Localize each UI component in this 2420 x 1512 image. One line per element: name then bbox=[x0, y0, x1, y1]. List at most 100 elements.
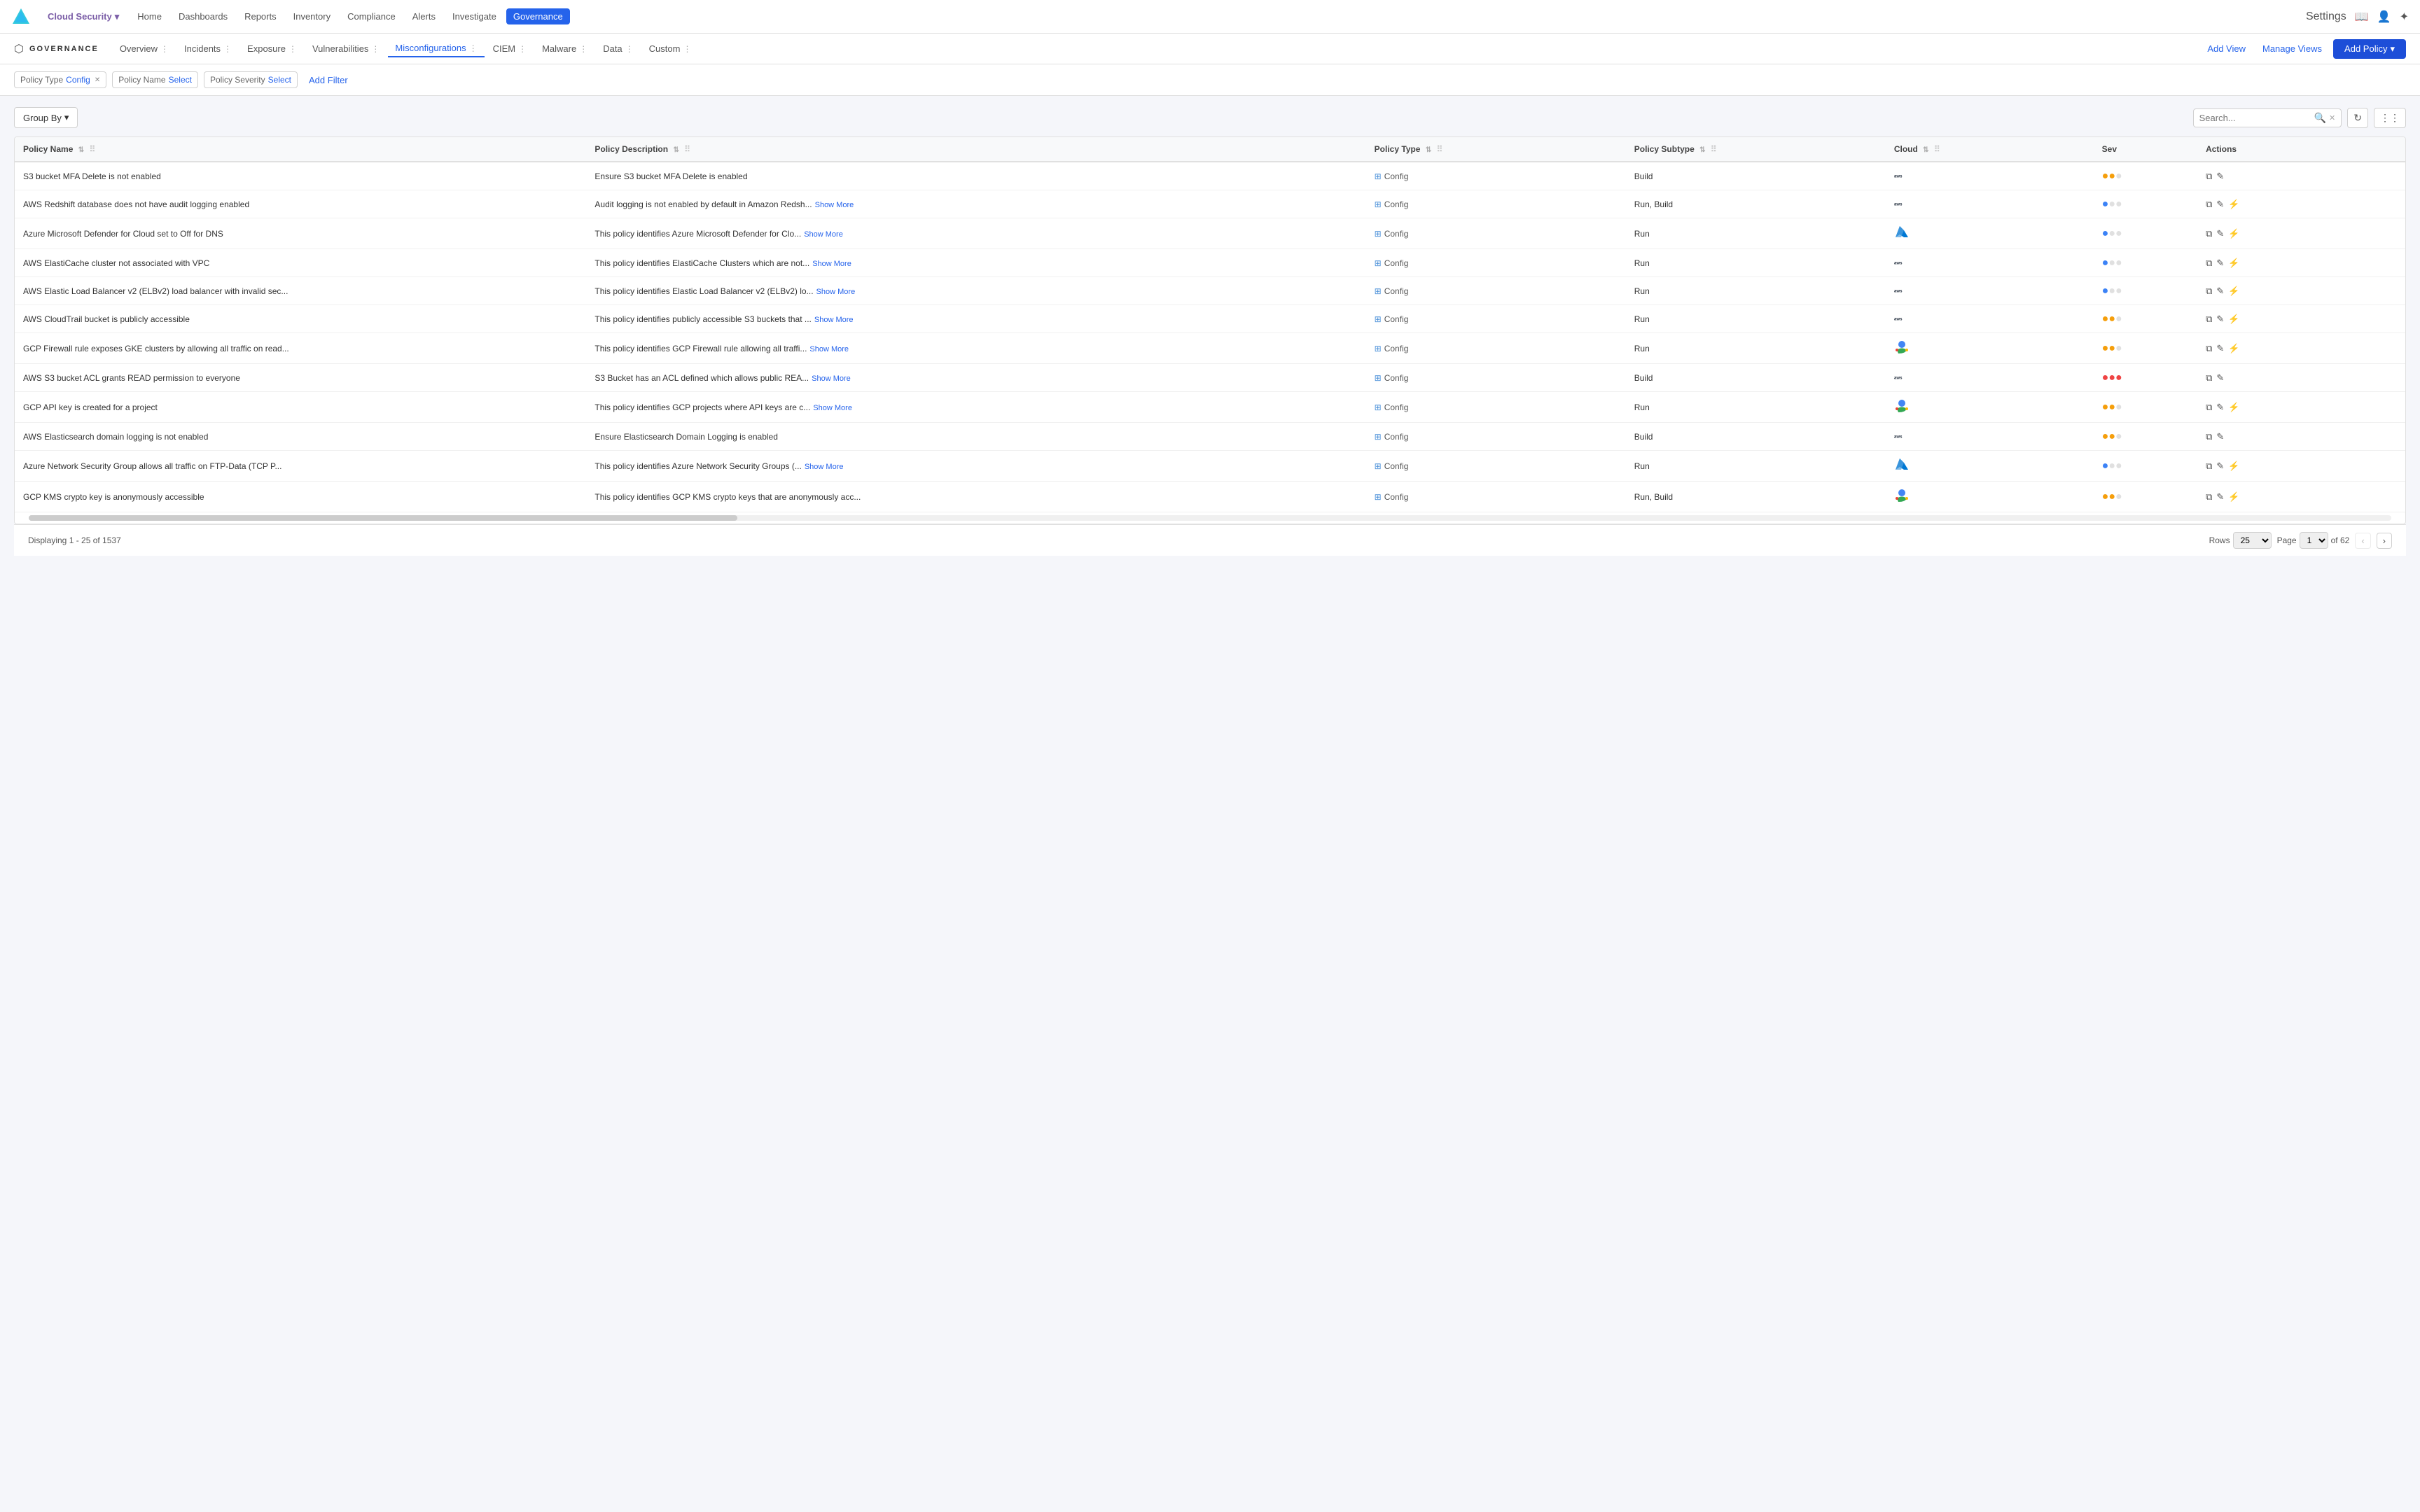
cell-cloud: aws bbox=[1886, 277, 2094, 305]
col-header-severity[interactable]: Sev bbox=[2094, 137, 2197, 162]
edit-action-button[interactable]: ✎ bbox=[2216, 431, 2224, 442]
alert-action-button[interactable]: ⚡ bbox=[2228, 491, 2239, 503]
edit-action-button[interactable]: ✎ bbox=[2216, 461, 2224, 472]
add-policy-button[interactable]: Add Policy ▾ bbox=[2333, 39, 2406, 59]
subnav-exposure[interactable]: Exposure ⋮ bbox=[240, 41, 304, 57]
col-header-policy-subtype[interactable]: Policy Subtype ⇅ ⠿ bbox=[1626, 137, 1886, 162]
nav-governance[interactable]: Governance bbox=[506, 8, 570, 24]
copy-action-button[interactable]: ⧉ bbox=[2206, 402, 2212, 413]
copy-action-button[interactable]: ⧉ bbox=[2206, 431, 2212, 442]
scrollbar-thumb[interactable] bbox=[29, 515, 737, 521]
alert-action-button[interactable]: ⚡ bbox=[2228, 402, 2239, 413]
cell-policy-name: S3 bucket MFA Delete is not enabled bbox=[15, 162, 586, 190]
subnav-custom[interactable]: Custom ⋮ bbox=[642, 41, 699, 57]
subnav-misconfigurations[interactable]: Misconfigurations ⋮ bbox=[388, 40, 484, 57]
edit-action-button[interactable]: ✎ bbox=[2216, 228, 2224, 239]
cell-severity: ●●● bbox=[2094, 392, 2197, 423]
copy-action-button[interactable]: ⧉ bbox=[2206, 171, 2212, 182]
search-input[interactable] bbox=[2199, 113, 2311, 123]
user-icon-button[interactable]: 👤 bbox=[2377, 10, 2391, 24]
alert-action-button[interactable]: ⚡ bbox=[2228, 286, 2239, 297]
subnav-incidents[interactable]: Incidents ⋮ bbox=[177, 41, 239, 57]
edit-action-button[interactable]: ✎ bbox=[2216, 491, 2224, 503]
columns-button[interactable]: ⋮⋮ bbox=[2374, 108, 2406, 128]
copy-action-button[interactable]: ⧉ bbox=[2206, 286, 2212, 297]
nav-dashboards[interactable]: Dashboards bbox=[172, 8, 235, 24]
alert-action-button[interactable]: ⚡ bbox=[2228, 461, 2239, 472]
copy-action-button[interactable]: ⧉ bbox=[2206, 461, 2212, 472]
subnav-vulnerabilities[interactable]: Vulnerabilities ⋮ bbox=[305, 41, 387, 57]
show-more-link[interactable]: Show More bbox=[812, 374, 851, 383]
copy-action-button[interactable]: ⧉ bbox=[2206, 314, 2212, 325]
subnav-malware[interactable]: Malware ⋮ bbox=[535, 41, 594, 57]
group-by-button[interactable]: Group By ▾ bbox=[14, 107, 78, 128]
sparkle-icon: ✦ bbox=[2400, 11, 2409, 23]
docs-icon-button[interactable]: 📖 bbox=[2355, 10, 2369, 24]
copy-action-button[interactable]: ⧉ bbox=[2206, 343, 2212, 354]
show-more-link[interactable]: Show More bbox=[804, 230, 843, 239]
filter-policy-name-value[interactable]: Select bbox=[169, 75, 192, 85]
nav-alerts[interactable]: Alerts bbox=[405, 8, 443, 24]
show-more-link[interactable]: Show More bbox=[814, 316, 854, 324]
add-view-button[interactable]: Add View bbox=[2202, 41, 2251, 57]
edit-action-button[interactable]: ✎ bbox=[2216, 372, 2224, 384]
svg-text:aws: aws bbox=[1894, 261, 1903, 265]
app-logo[interactable] bbox=[11, 7, 31, 27]
copy-action-button[interactable]: ⧉ bbox=[2206, 258, 2212, 269]
drag-icon-subtype: ⠿ bbox=[1711, 144, 1717, 154]
nav-home[interactable]: Home bbox=[130, 8, 169, 24]
search-icon: 🔍 bbox=[2314, 112, 2326, 124]
copy-action-button[interactable]: ⧉ bbox=[2206, 491, 2212, 503]
nav-compliance[interactable]: Compliance bbox=[340, 8, 403, 24]
col-header-policy-type[interactable]: Policy Type ⇅ ⠿ bbox=[1366, 137, 1626, 162]
alert-action-button[interactable]: ⚡ bbox=[2228, 199, 2239, 210]
copy-action-button[interactable]: ⧉ bbox=[2206, 372, 2212, 384]
col-header-policy-desc[interactable]: Policy Description ⇅ ⠿ bbox=[586, 137, 1365, 162]
subnav-ciem[interactable]: CIEM ⋮ bbox=[486, 41, 534, 57]
subnav-data[interactable]: Data ⋮ bbox=[596, 41, 640, 57]
copy-action-button[interactable]: ⧉ bbox=[2206, 199, 2212, 210]
filter-policy-type-close[interactable]: ✕ bbox=[95, 76, 100, 84]
filter-policy-type-value[interactable]: Config bbox=[66, 75, 90, 85]
edit-action-button[interactable]: ✎ bbox=[2216, 286, 2224, 297]
edit-action-button[interactable]: ✎ bbox=[2216, 171, 2224, 182]
nav-reports[interactable]: Reports bbox=[237, 8, 284, 24]
next-page-button[interactable]: › bbox=[2377, 533, 2392, 549]
add-filter-button[interactable]: Add Filter bbox=[303, 72, 354, 88]
rows-select[interactable]: 25 50 100 bbox=[2233, 532, 2272, 549]
edit-action-button[interactable]: ✎ bbox=[2216, 314, 2224, 325]
search-clear-icon[interactable]: ✕ bbox=[2329, 113, 2335, 122]
show-more-link[interactable]: Show More bbox=[809, 345, 849, 354]
nav-investigate[interactable]: Investigate bbox=[445, 8, 503, 24]
alert-action-button[interactable]: ⚡ bbox=[2228, 258, 2239, 269]
alert-action-button[interactable]: ⚡ bbox=[2228, 314, 2239, 325]
help-icon-button[interactable]: ✦ bbox=[2400, 10, 2409, 24]
cell-severity: ●●● bbox=[2094, 305, 2197, 333]
horizontal-scrollbar[interactable] bbox=[29, 515, 2391, 521]
col-header-policy-name[interactable]: Policy Name ⇅ ⠿ bbox=[15, 137, 586, 162]
filter-policy-severity-value[interactable]: Select bbox=[268, 75, 291, 85]
edit-action-button[interactable]: ✎ bbox=[2216, 199, 2224, 210]
manage-views-button[interactable]: Manage Views bbox=[2257, 41, 2328, 57]
show-more-link[interactable]: Show More bbox=[813, 404, 852, 412]
show-more-link[interactable]: Show More bbox=[816, 288, 856, 296]
col-header-cloud[interactable]: Cloud ⇅ ⠿ bbox=[1886, 137, 2094, 162]
settings-button[interactable]: Settings bbox=[2306, 10, 2346, 23]
edit-action-button[interactable]: ✎ bbox=[2216, 258, 2224, 269]
subnav-overview[interactable]: Overview ⋮ bbox=[113, 41, 176, 57]
refresh-button[interactable]: ↻ bbox=[2347, 108, 2368, 128]
show-more-link[interactable]: Show More bbox=[815, 201, 854, 209]
page-select[interactable]: 1 bbox=[2300, 532, 2328, 549]
drag-icon-type: ⠿ bbox=[1437, 144, 1443, 154]
brand-selector[interactable]: Cloud Security ▾ bbox=[42, 8, 125, 25]
copy-action-button[interactable]: ⧉ bbox=[2206, 228, 2212, 239]
edit-action-button[interactable]: ✎ bbox=[2216, 343, 2224, 354]
show-more-link[interactable]: Show More bbox=[812, 260, 851, 268]
search-box: 🔍 ✕ bbox=[2193, 108, 2342, 127]
edit-action-button[interactable]: ✎ bbox=[2216, 402, 2224, 413]
alert-action-button[interactable]: ⚡ bbox=[2228, 343, 2239, 354]
alert-action-button[interactable]: ⚡ bbox=[2228, 228, 2239, 239]
prev-page-button[interactable]: ‹ bbox=[2355, 533, 2370, 549]
show-more-link[interactable]: Show More bbox=[805, 463, 844, 471]
nav-inventory[interactable]: Inventory bbox=[286, 8, 338, 24]
